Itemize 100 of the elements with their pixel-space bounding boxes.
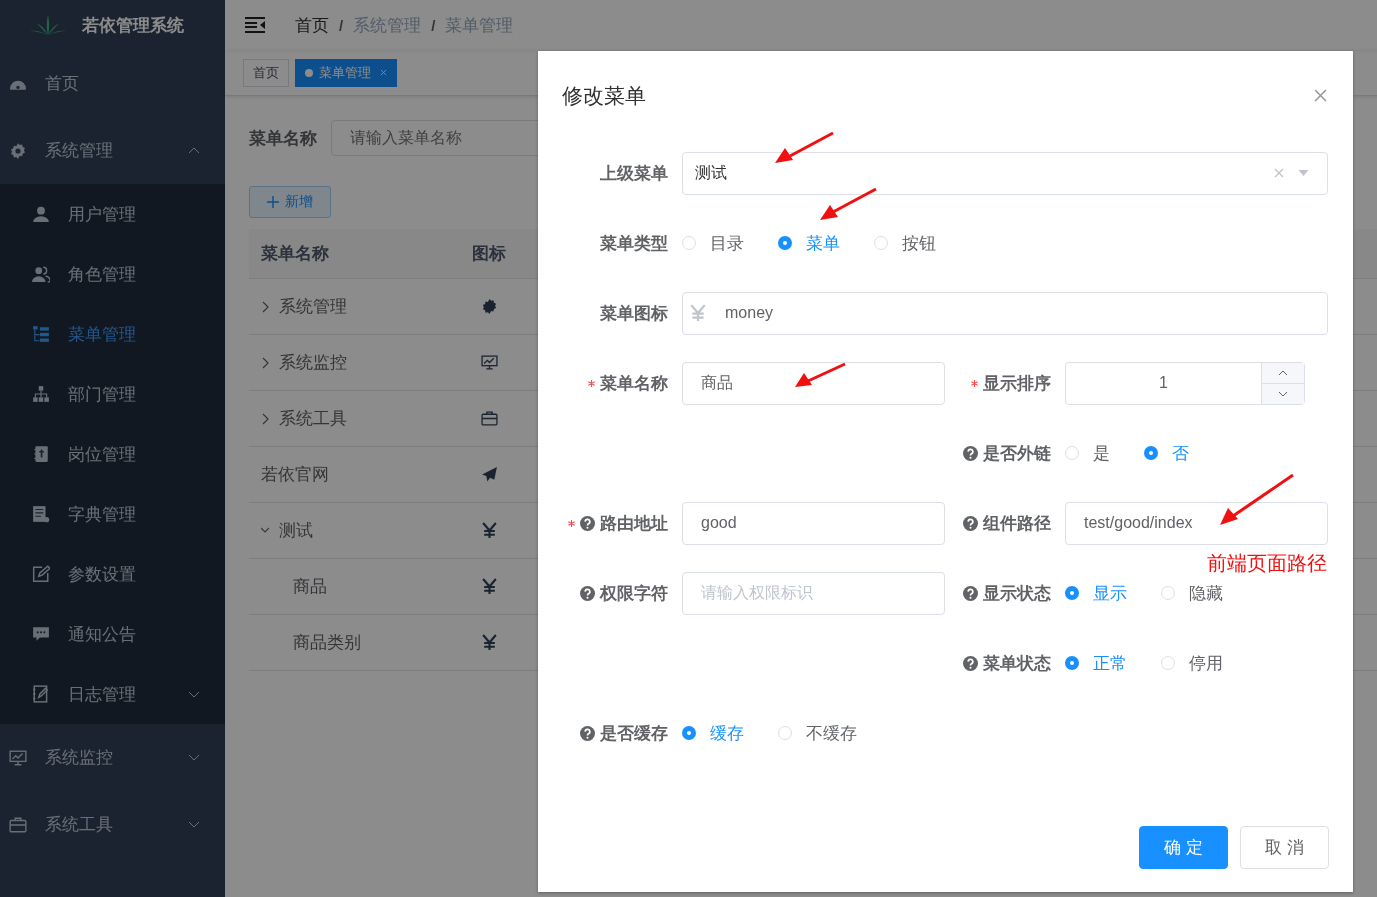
monitor-icon [9,748,27,767]
radio-option[interactable]: 隐藏 [1161,581,1223,605]
sidebar-item[interactable]: 参数设置 [0,544,225,604]
radio-option[interactable]: 否 [1144,441,1189,465]
sidebar-item[interactable]: 用户管理 [0,184,225,244]
sidebar-item[interactable]: 部门管理 [0,364,225,424]
sidebar-item[interactable]: 首页 [0,50,225,117]
radio-option[interactable]: 不缓存 [778,721,857,745]
sidebar-item[interactable]: 岗位管理 [0,424,225,484]
radio-option[interactable]: 目录 [682,231,744,255]
edit-icon [32,565,50,583]
table-cell-text: 系统工具 [279,408,347,430]
briefcase-icon [480,410,498,427]
breadcrumb-item[interactable]: 系统管理 [353,13,422,37]
annotation-note: 前端页面路径 [1207,551,1327,576]
chevron-down-icon [188,690,200,698]
cancel-button[interactable]: 取 消 [1240,826,1329,869]
chevron-down-icon [188,754,200,761]
yen-icon [480,522,498,539]
label-text: 菜单状态 [983,652,1051,675]
radio-option[interactable]: 显示 [1065,581,1127,605]
radio-option[interactable]: 正常 [1065,651,1127,675]
confirm-button[interactable]: 确 定 [1139,826,1228,869]
arrow [795,362,846,387]
help-icon[interactable] [963,515,978,531]
label-text: 菜单图标 [600,302,668,325]
message-icon [32,625,50,643]
table-cell-text: 系统监控 [279,352,347,374]
label-text: 显示排序 [983,372,1051,395]
label-text: 是否外链 [983,442,1051,465]
user-icon [32,205,50,223]
sidebar-item[interactable]: 字典管理 [0,484,225,544]
help-icon[interactable] [963,585,978,601]
users-icon [32,265,50,283]
paper-plane-icon [480,466,498,483]
help-icon[interactable] [963,655,978,671]
table-cell-text: 若依官网 [261,464,329,486]
dot-icon [305,68,313,77]
sitemap-icon [32,385,50,403]
column-header: 菜单名称 [260,243,330,265]
close-icon[interactable] [1314,89,1327,102]
column-header: 图标 [471,243,507,265]
label-text: 菜单名称 [600,372,668,395]
sidebar-item[interactable]: 日志管理 [0,664,225,724]
yen-icon [480,634,498,651]
breadcrumb-separator: / [339,16,344,34]
table-cell-text: 系统管理 [279,296,347,318]
search-label: 菜单名称 [249,127,317,150]
dialog-title: 修改菜单 [562,82,646,109]
table-cell-text: 测试 [279,520,313,542]
id-card-icon [32,445,50,463]
monitor-icon [480,354,498,371]
yen-icon [480,578,498,595]
radio-option[interactable]: 是 [1065,441,1110,465]
required-mark-icon [588,379,595,387]
menu-icon[interactable] [245,17,265,33]
book-icon [32,505,50,523]
arrow [775,131,834,163]
help-icon[interactable] [963,445,978,461]
tab[interactable]: 首页 [243,58,289,87]
help-icon[interactable] [580,585,595,601]
sidebar-item[interactable]: 角色管理 [0,244,225,304]
icon-field[interactable]: money [682,291,1328,335]
gear-icon [9,141,27,160]
log-icon [32,685,50,703]
plus-icon [267,196,279,208]
text-field[interactable]: 商品 [682,361,945,405]
help-icon[interactable] [580,515,595,531]
text-field[interactable]: good [682,501,945,545]
sidebar-item[interactable]: 系统工具 [0,791,225,858]
radio-option[interactable]: 缓存 [682,721,744,745]
select-field[interactable]: 测试 [682,151,1328,195]
chevron-up-icon [188,147,200,154]
radio-option[interactable]: 停用 [1161,651,1223,675]
add-button[interactable]: 新增 [249,186,331,218]
label-text: 菜单类型 [600,232,668,255]
help-icon[interactable] [580,725,595,741]
radio-option[interactable]: 按钮 [874,231,936,255]
table-cell-text: 商品 [293,576,327,598]
briefcase-icon [9,815,27,834]
label-text: 组件路径 [983,512,1051,535]
breadcrumb-separator: / [431,16,436,34]
tab[interactable]: 菜单管理 [295,58,397,87]
sidebar-item[interactable]: 系统监控 [0,724,225,791]
required-mark-icon [971,379,978,387]
gear-icon [480,298,498,315]
yen-icon [689,303,707,323]
text-field[interactable]: test/good/index [1065,501,1328,545]
label-text: 路由地址 [600,512,668,535]
radio-option[interactable]: 菜单 [778,231,840,255]
tree-list-icon [32,325,50,343]
chevron-down-icon [188,821,200,828]
sidebar-item[interactable]: 通知公告 [0,604,225,664]
label-text: 上级菜单 [600,162,668,185]
breadcrumb-item[interactable]: 首页 [295,13,329,37]
sidebar-item[interactable]: 菜单管理 [0,304,225,364]
label-text: 是否缓存 [600,722,668,745]
text-field[interactable]: 请输入权限标识 [682,571,945,615]
label-text: 权限字符 [600,582,668,605]
app-title: 若依管理系统 [82,14,184,37]
